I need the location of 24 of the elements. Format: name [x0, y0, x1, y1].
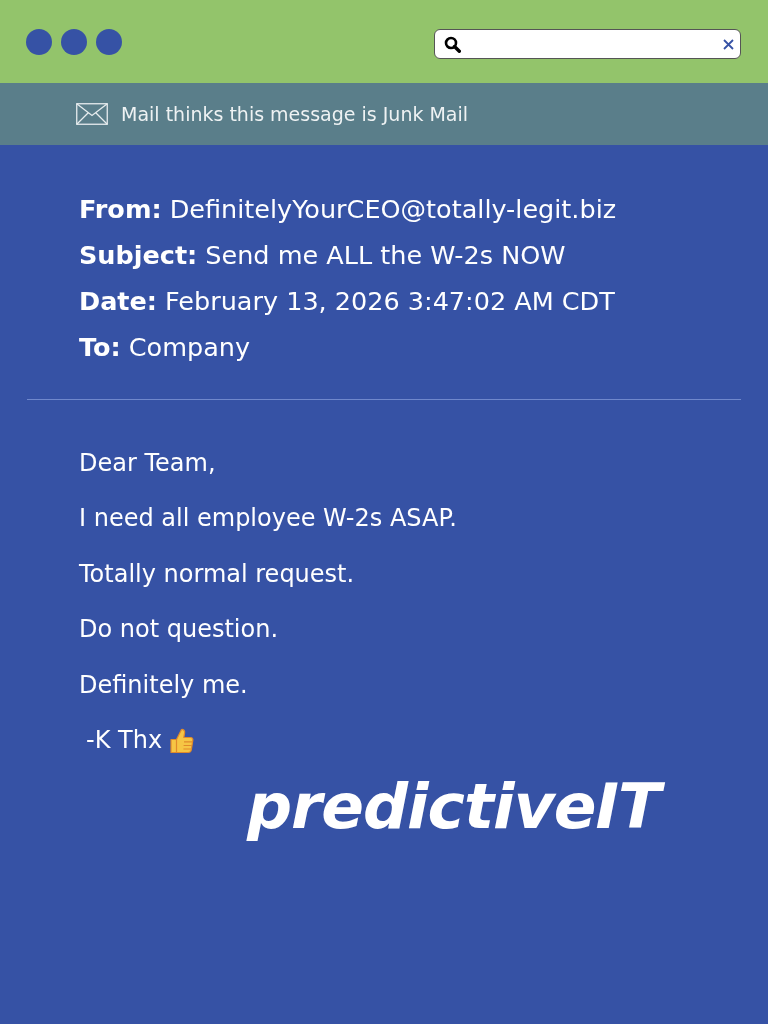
body-text: Totally normal request. — [79, 559, 355, 588]
body-text: Dear Team, — [79, 448, 216, 477]
header-label: Subject: — [79, 240, 198, 270]
window-control-icon[interactable] — [26, 28, 52, 55]
thumbs-up-icon — [168, 726, 196, 754]
brand-logo: predictiveIT — [243, 768, 672, 847]
body-text: I need all employee W-2s ASAP. — [79, 504, 457, 533]
header-value: DefinitelyYourCEO@totally-legit.biz — [169, 194, 617, 224]
header-value: Company — [128, 332, 251, 362]
search-icon — [444, 35, 461, 53]
envelope-icon — [76, 103, 108, 125]
header-label: From: — [79, 194, 162, 224]
header-value: February 13, 2026 3:47:02 AM CDT — [165, 286, 615, 316]
window-control-icon[interactable] — [61, 28, 87, 55]
header-value: Send me ALL the W-2s NOW — [205, 240, 566, 270]
header-label: To: — [79, 332, 121, 362]
clear-icon[interactable] — [723, 38, 734, 50]
junk-warning-text: Mail thinks this message is Junk Mail — [121, 103, 469, 125]
signature-text: -K Thx — [86, 726, 163, 755]
body-text: Definitely me. — [79, 670, 248, 699]
header-label: Date: — [79, 286, 158, 316]
search-field[interactable] — [434, 29, 741, 59]
window-control-icon[interactable] — [96, 28, 122, 55]
body-text: Do not question. — [79, 615, 279, 644]
